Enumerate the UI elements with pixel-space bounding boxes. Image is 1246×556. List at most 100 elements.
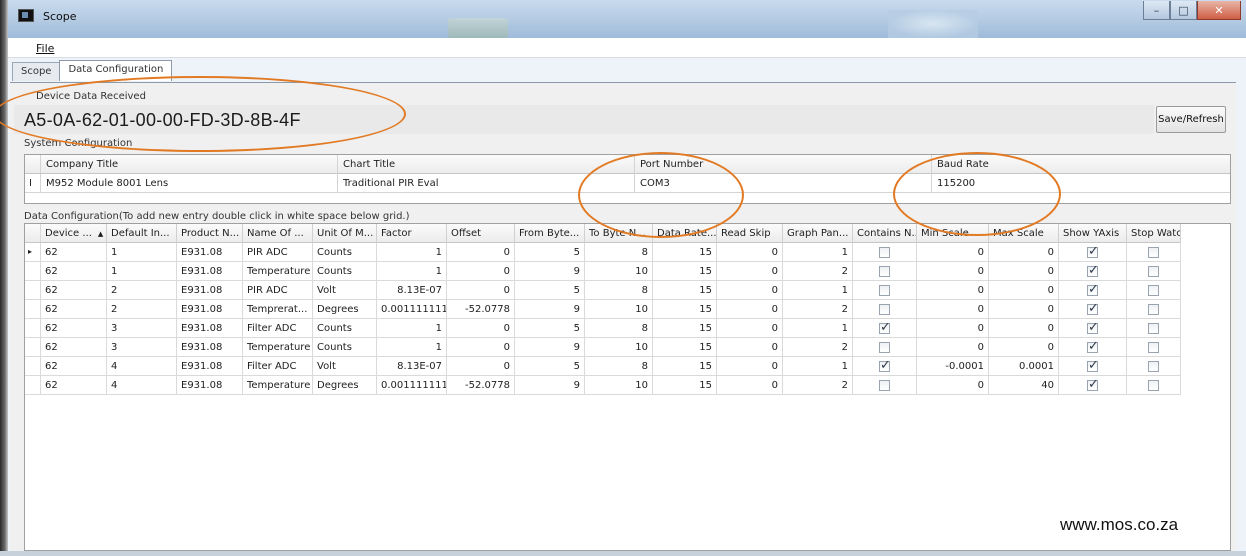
data-rate-cell[interactable]: 15 xyxy=(653,300,717,319)
tab-scope[interactable]: Scope xyxy=(12,62,61,81)
data-rate-cell[interactable]: 15 xyxy=(653,319,717,338)
product-cell[interactable]: E931.08 xyxy=(177,300,243,319)
offset-cell[interactable]: -52.0778 xyxy=(447,300,515,319)
to-byte-cell[interactable]: 10 xyxy=(585,338,653,357)
show-yaxis-cell[interactable] xyxy=(1059,281,1127,300)
checkbox-unchecked[interactable] xyxy=(1148,361,1159,372)
max-scale-cell[interactable]: 0 xyxy=(989,338,1059,357)
contains-n-cell[interactable] xyxy=(853,262,917,281)
checkbox-unchecked[interactable] xyxy=(1148,247,1159,258)
column-header-company-title[interactable]: Company Title xyxy=(41,155,338,174)
read-skip-cell[interactable]: 0 xyxy=(717,338,783,357)
offset-cell[interactable]: 0 xyxy=(447,262,515,281)
unit-cell[interactable]: Degrees xyxy=(313,300,377,319)
default-index-cell[interactable]: 2 xyxy=(107,300,177,319)
name-cell[interactable]: Temperature xyxy=(243,262,313,281)
max-scale-cell[interactable]: 40 xyxy=(989,376,1059,395)
name-cell[interactable]: Temperature xyxy=(243,376,313,395)
checkbox-checked[interactable] xyxy=(1087,320,1099,335)
table-row[interactable]: 62 1 E931.08 Temperature Counts 1 0 9 10 15 0 2 0 0 xyxy=(25,262,1181,281)
unit-cell[interactable]: Counts xyxy=(313,262,377,281)
checkbox-unchecked[interactable] xyxy=(879,247,890,258)
max-scale-cell[interactable]: 0 xyxy=(989,300,1059,319)
factor-cell[interactable]: 0.001111111 xyxy=(377,300,447,319)
product-cell[interactable]: E931.08 xyxy=(177,338,243,357)
table-row[interactable]: 624E931.08Filter ADCVolt8.13E-070581501-… xyxy=(25,357,1181,376)
contains-n-cell[interactable] xyxy=(853,300,917,319)
checkbox-unchecked[interactable] xyxy=(1148,304,1159,315)
name-cell[interactable]: Filter ADC xyxy=(243,319,313,338)
checkbox-checked[interactable] xyxy=(879,320,891,335)
minimize-icon[interactable]: – xyxy=(1143,1,1170,20)
column-header-unit[interactable]: Unit Of M... xyxy=(313,224,377,243)
table-row[interactable]: 623E931.08Filter ADCCounts1058150100 xyxy=(25,319,1181,338)
column-header-show-yaxis[interactable]: Show YAxis xyxy=(1059,224,1127,243)
read-skip-cell[interactable]: 0 xyxy=(717,319,783,338)
from-byte-cell[interactable]: 5 xyxy=(515,357,585,376)
to-byte-cell[interactable]: 8 xyxy=(585,319,653,338)
factor-cell[interactable]: 8.13E-07 xyxy=(377,281,447,300)
column-header-read-skip[interactable]: Read Skip xyxy=(717,224,783,243)
table-row[interactable]: ▸ 62 1 E931.08 PIR ADC Counts 1 0 5 8 15 0 1 0 0 xyxy=(25,243,1181,262)
column-header-graph-panel[interactable]: Graph Pan... xyxy=(783,224,853,243)
from-byte-cell[interactable]: 5 xyxy=(515,319,585,338)
table-row[interactable]: 62 2 E931.08 Temprerat... Degrees 0.001111111… xyxy=(25,300,1181,319)
min-scale-cell[interactable]: 0 xyxy=(917,243,989,262)
column-header-from-byte[interactable]: From Byte... xyxy=(515,224,585,243)
show-yaxis-cell[interactable] xyxy=(1059,300,1127,319)
stop-watch-cell[interactable] xyxy=(1127,262,1181,281)
offset-cell[interactable]: 0 xyxy=(447,357,515,376)
device-cell[interactable]: 62 xyxy=(41,357,107,376)
checkbox-checked[interactable] xyxy=(1087,377,1099,392)
default-index-cell[interactable]: 3 xyxy=(107,319,177,338)
read-skip-cell[interactable]: 0 xyxy=(717,243,783,262)
save-refresh-button[interactable]: Save/Refresh xyxy=(1156,106,1226,133)
from-byte-cell[interactable]: 9 xyxy=(515,338,585,357)
table-row[interactable]: 62 4 E931.08 Temperature Degrees 0.001111111-… xyxy=(25,376,1181,395)
checkbox-checked[interactable] xyxy=(1087,301,1099,316)
default-index-cell[interactable]: 4 xyxy=(107,357,177,376)
data-rate-cell[interactable]: 15 xyxy=(653,338,717,357)
unit-cell[interactable]: Volt xyxy=(313,357,377,376)
from-byte-cell[interactable]: 9 xyxy=(515,300,585,319)
row-selector[interactable] xyxy=(25,319,41,337)
checkbox-unchecked[interactable] xyxy=(879,266,890,277)
min-scale-cell[interactable]: 0 xyxy=(917,281,989,300)
checkbox-unchecked[interactable] xyxy=(879,380,890,391)
device-cell[interactable]: 62 xyxy=(41,243,107,262)
show-yaxis-cell[interactable] xyxy=(1059,357,1127,376)
offset-cell[interactable]: 0 xyxy=(447,338,515,357)
checkbox-checked[interactable] xyxy=(1087,263,1099,278)
to-byte-cell[interactable]: 8 xyxy=(585,243,653,262)
offset-cell[interactable]: 0 xyxy=(447,243,515,262)
row-selector[interactable] xyxy=(25,262,41,280)
checkbox-unchecked[interactable] xyxy=(879,304,890,315)
device-cell[interactable]: 62 xyxy=(41,281,107,300)
checkbox-checked[interactable] xyxy=(1087,282,1099,297)
device-cell[interactable]: 62 xyxy=(41,300,107,319)
show-yaxis-cell[interactable] xyxy=(1059,243,1127,262)
min-scale-cell[interactable]: 0 xyxy=(917,338,989,357)
min-scale-cell[interactable]: 0 xyxy=(917,376,989,395)
unit-cell[interactable]: Counts xyxy=(313,243,377,262)
default-index-cell[interactable]: 4 xyxy=(107,376,177,395)
default-index-cell[interactable]: 1 xyxy=(107,243,177,262)
stop-watch-cell[interactable] xyxy=(1127,319,1181,338)
to-byte-cell[interactable]: 10 xyxy=(585,376,653,395)
default-index-cell[interactable]: 3 xyxy=(107,338,177,357)
column-header-name[interactable]: Name Of ... xyxy=(243,224,313,243)
stop-watch-cell[interactable] xyxy=(1127,357,1181,376)
row-selector[interactable] xyxy=(25,338,41,356)
checkbox-unchecked[interactable] xyxy=(879,285,890,296)
data-rate-cell[interactable]: 15 xyxy=(653,376,717,395)
factor-cell[interactable]: 1 xyxy=(377,338,447,357)
column-header-offset[interactable]: Offset xyxy=(447,224,515,243)
graph-panel-cell[interactable]: 2 xyxy=(783,376,853,395)
max-scale-cell[interactable]: 0.0001 xyxy=(989,357,1059,376)
default-index-cell[interactable]: 2 xyxy=(107,281,177,300)
row-selector[interactable] xyxy=(25,300,41,318)
data-rate-cell[interactable]: 15 xyxy=(653,262,717,281)
factor-cell[interactable]: 8.13E-07 xyxy=(377,357,447,376)
stop-watch-cell[interactable] xyxy=(1127,376,1181,395)
max-scale-cell[interactable]: 0 xyxy=(989,281,1059,300)
